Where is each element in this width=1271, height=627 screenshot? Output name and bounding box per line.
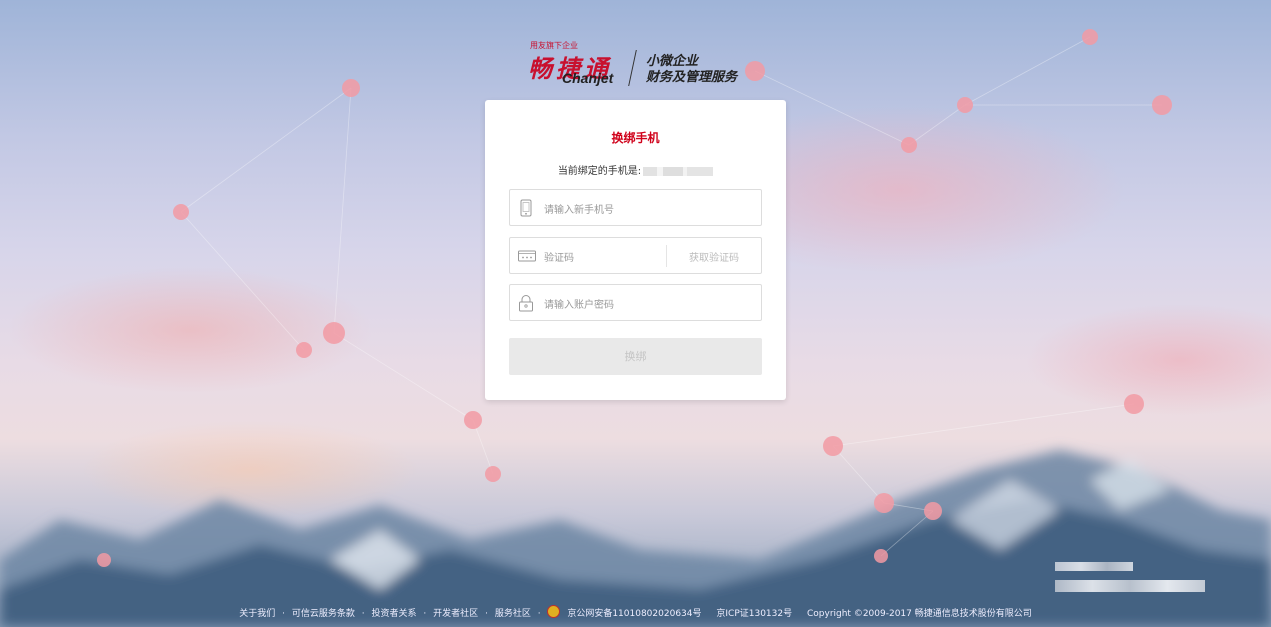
footer-investors-link[interactable]: 投资者关系 (372, 609, 417, 619)
footer-developers-link[interactable]: 开发者社区 (433, 609, 478, 619)
get-code-button[interactable]: 获取验证码 (667, 249, 761, 264)
police-badge-icon (547, 605, 561, 618)
footer-sep: · (361, 609, 365, 619)
new-phone-placeholder: 请输入新手机号 (544, 205, 614, 216)
footer-sep: · (485, 609, 488, 619)
change-phone-card: 换绑手机 当前绑定的手机是: 请输入新手机号 验证码 获取验证码 请输入账户密码 (485, 100, 786, 400)
footer-service-link[interactable]: 服务社区 (495, 609, 531, 619)
keyboard-icon (518, 250, 536, 262)
code-placeholder: 验证码 (544, 253, 574, 264)
footer-police-record-link[interactable]: 京公网安备11010802020634号 (567, 609, 701, 619)
footer-about-link[interactable]: 关于我们 (239, 609, 275, 619)
footer-copyright: Copyright ©2009-2017 畅捷通信息技术股份有限公司 (806, 609, 1032, 619)
logo-separator (628, 50, 637, 86)
logo-slogan-line2: 财务及管理服务 (646, 70, 738, 85)
password-field[interactable]: 请输入账户密码 (509, 284, 762, 321)
footer: 关于我们 · 可信云服务条款 · 投资者关系 · 开发者社区 · 服务社区 · … (0, 605, 1271, 619)
password-placeholder: 请输入账户密码 (544, 300, 614, 311)
footer-sep: · (282, 609, 286, 619)
current-phone-label: 当前绑定的手机是: (557, 166, 642, 177)
submit-button[interactable]: 换绑 (509, 338, 762, 375)
blurred-contact-line1 (1055, 562, 1133, 571)
footer-sep: · (423, 609, 427, 619)
lock-icon (519, 295, 533, 312)
chanjet-logo: 用友旗下企业 畅捷通 Chanjet 小微企业 财务及管理服务 (528, 40, 768, 90)
logo-name-en: Chanjet (562, 70, 614, 86)
footer-sep: · (537, 609, 541, 619)
verification-code-field[interactable]: 验证码 获取验证码 (509, 237, 762, 274)
blurred-contact-line2 (1055, 580, 1205, 592)
phone-icon (520, 199, 532, 217)
footer-terms-link[interactable]: 可信云服务条款 (292, 609, 355, 619)
current-phone-line: 当前绑定的手机是: (485, 162, 786, 177)
masked-phone-number (643, 166, 714, 176)
footer-icp-link[interactable]: 京ICP证130132号 (716, 609, 792, 619)
form-title: 换绑手机 (611, 131, 660, 145)
new-phone-field[interactable]: 请输入新手机号 (509, 189, 762, 226)
